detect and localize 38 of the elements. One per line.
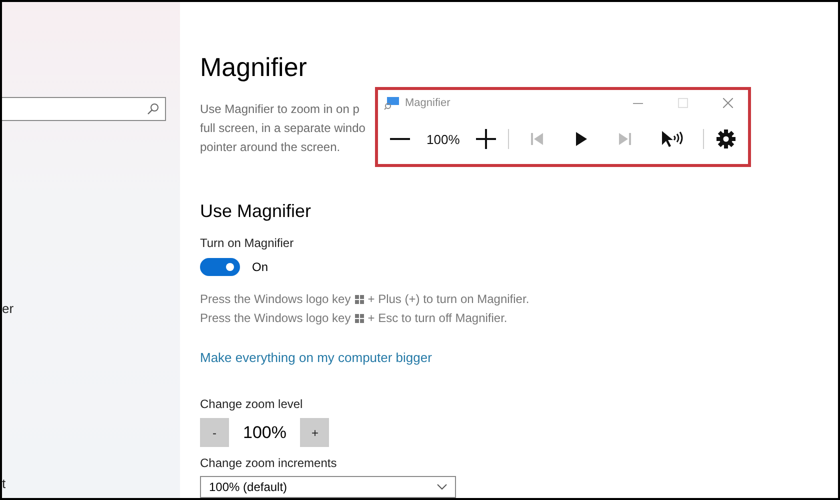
skip-forward-icon — [617, 131, 634, 147]
search-field[interactable] — [2, 97, 166, 121]
sidebar-item[interactable]: t — [2, 476, 7, 491]
minimize-icon[interactable] — [633, 102, 643, 104]
windows-logo-icon — [354, 314, 364, 323]
windows-logo-icon — [354, 295, 364, 304]
description-text: Use Magnifier to zoom in on p — [200, 101, 360, 118]
section-heading: Use Magnifier — [200, 201, 312, 222]
zoom-level-label: Change zoom level — [200, 397, 303, 411]
zoom-value: 100% — [426, 132, 461, 146]
close-icon[interactable] — [723, 98, 733, 108]
pointer-sound-icon — [661, 130, 684, 148]
window-title: Magnifier — [405, 97, 452, 109]
shortcut-text: + Esc to turn off Magnifier. — [368, 310, 508, 327]
plus-icon — [476, 129, 496, 149]
skip-back-icon — [529, 131, 546, 147]
toggle-label: Turn on Magnifier — [200, 236, 294, 250]
shortcut-text: + Plus (+) to turn on Magnifier. — [368, 291, 530, 308]
settings-icon — [716, 129, 736, 149]
decrease-button[interactable]: - — [200, 418, 229, 447]
description-text: pointer around the screen. — [200, 139, 342, 156]
page-title: Magnifier — [200, 52, 307, 83]
toggle-switch[interactable] — [200, 258, 240, 276]
play-icon — [573, 131, 590, 147]
increase-button[interactable]: + — [300, 418, 330, 447]
toggle-state: On — [252, 260, 268, 274]
zoom-increments-dropdown[interactable]: 100% (default) — [200, 476, 456, 498]
zoom-value: 100% — [243, 422, 286, 442]
search-icon — [147, 103, 159, 115]
shortcut-text: Press the Windows logo key — [200, 291, 351, 308]
description-text: full screen, in a separate windo — [200, 120, 366, 137]
shortcut-text: Press the Windows logo key — [200, 310, 351, 327]
zoom-increments-label: Change zoom increments — [200, 456, 337, 470]
minus-icon — [390, 138, 410, 140]
monitor-magnifier-icon — [384, 96, 400, 110]
bigger-link[interactable]: Make everything on my computer bigger — [200, 350, 432, 365]
chevron-down-icon — [437, 484, 447, 490]
sidebar-item[interactable]: er — [2, 301, 15, 316]
